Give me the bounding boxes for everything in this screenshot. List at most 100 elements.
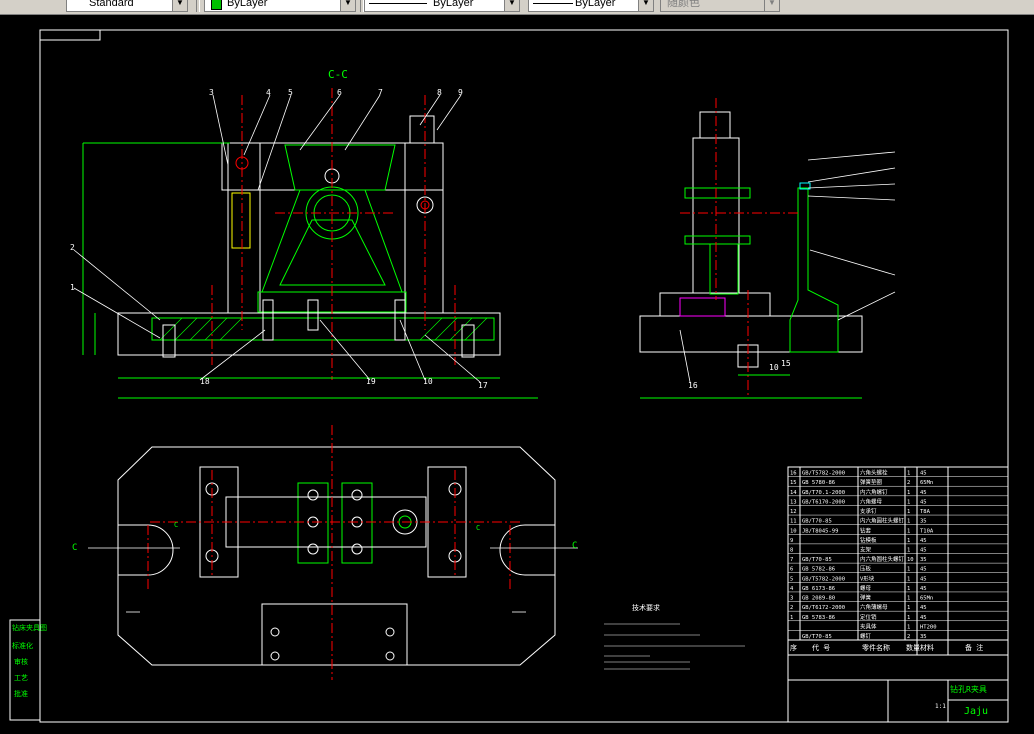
parts-cell-name: 内六角圆柱头螺钉	[860, 555, 905, 563]
cad-drawing: 钻床夹具图 标准化 审核 工艺 批准 C-C 3 4 5 6 7 8 9 2 1…	[9, 29, 1009, 723]
callout-9: 9	[458, 88, 463, 97]
callout-10: 10	[423, 377, 433, 386]
side-dim-10: 10	[769, 363, 779, 372]
linetype-value: ByLayer	[433, 0, 474, 9]
parts-cell-qty: 1	[907, 509, 910, 515]
toolbar: Standard ▼ ByLayer ▼ ByLayer ▼ ByLayer ▼…	[0, 0, 1034, 15]
parts-cell-mat: 45	[920, 471, 927, 477]
parts-cell-code: GB 5783-86	[802, 615, 835, 621]
parts-cell-code: GB/T5782-2000	[802, 576, 845, 582]
layer-color-dropdown[interactable]: ByLayer ▼	[204, 0, 356, 12]
parts-cell-mat: 65Mn	[920, 596, 933, 602]
parts-cell-no: 6	[790, 567, 793, 573]
parts-cell-no: 4	[790, 586, 794, 592]
parts-cell-qty: 1	[907, 605, 910, 611]
parts-cell-qty: 1	[907, 538, 910, 544]
parts-header-code: 代 号	[812, 643, 830, 652]
callout-leaders	[73, 94, 481, 383]
title-block-title: 钻孔R夹具	[950, 684, 987, 694]
parts-cell-no: 9	[790, 538, 793, 544]
frame-tag	[39, 29, 101, 41]
parts-cell-mat: T10A	[920, 528, 934, 534]
cut-mark-right: C	[476, 524, 480, 532]
callout-5: 5	[288, 88, 293, 97]
parts-cell-name: 六角薄螺母	[860, 603, 888, 611]
parts-cell-qty: 1	[907, 624, 910, 630]
tech-req-lines	[604, 623, 745, 670]
parts-header-qty: 数量	[906, 643, 920, 652]
parts-cell-qty: 1	[907, 490, 910, 496]
parts-cell-name: 六角螺母	[860, 497, 883, 505]
toolbar-separator	[196, 0, 200, 12]
parts-cell-qty: 1	[907, 519, 910, 525]
parts-cell-no: 10	[790, 528, 797, 534]
parts-cell-mat: 45	[920, 538, 927, 544]
parts-cell-code: GB 5780-86	[802, 480, 835, 486]
parts-rows: 16 GB/T5782-2000 六角头螺栓 1 4515 GB 5780-86 弹簧垫圈 2…	[788, 469, 1008, 641]
parts-cell-mat: 45	[920, 490, 927, 496]
plot-style-dropdown[interactable]: 随颜色 ▼	[660, 0, 780, 12]
parts-cell-code: JB/T8045-99	[802, 528, 838, 534]
parts-cell-name: 支架	[860, 546, 872, 554]
parts-cell-mat: 45	[920, 586, 927, 592]
callout-3: 3	[209, 88, 214, 97]
parts-cell-mat: 35	[920, 557, 927, 563]
parts-cell-no: 14	[790, 490, 797, 496]
parts-cell-name: 螺钉	[860, 632, 872, 640]
parts-cell-name: 内六角螺钉	[860, 488, 888, 496]
parts-cell-mat: T8A	[920, 509, 931, 515]
parts-cell-qty: 1	[907, 528, 910, 534]
parts-cell-name: 内六角圆柱头螺钉	[860, 517, 905, 525]
parts-cell-name: 钻套	[860, 526, 872, 534]
callout-2: 2	[70, 243, 75, 252]
parts-cell-code: GB/T70-85	[802, 519, 832, 525]
parts-cell-code: GB/T6170-2000	[802, 499, 845, 505]
callout-18: 18	[200, 377, 210, 386]
lineweight-value: ByLayer	[575, 0, 616, 9]
parts-header-note: 备 注	[965, 643, 983, 652]
parts-cell-no: 11	[790, 519, 797, 525]
parts-cell-no: 13	[790, 499, 797, 505]
callout-1: 1	[70, 283, 75, 292]
title-block-scale: 1:1	[935, 703, 946, 710]
parts-cell-qty: 10	[907, 557, 914, 563]
linetype-dropdown[interactable]: ByLayer ▼	[364, 0, 520, 12]
parts-cell-qty: 2	[907, 480, 910, 486]
text-style-value: Standard	[89, 0, 134, 9]
chevron-down-icon: ▼	[504, 0, 519, 11]
parts-cell-name: 压板	[860, 565, 872, 573]
chevron-down-icon: ▼	[638, 0, 653, 11]
parts-cell-name: 弹簧	[860, 594, 872, 602]
parts-cell-mat: 35	[920, 519, 927, 525]
parts-cell-no: 12	[790, 509, 797, 515]
front-section-view	[82, 88, 538, 399]
text-style-dropdown[interactable]: Standard ▼	[66, 0, 188, 12]
callout-6: 6	[337, 88, 342, 97]
parts-cell-name: 六角头螺栓	[860, 469, 888, 477]
parts-cell-code: GB 5782-86	[802, 567, 835, 573]
parts-cell-qty: 1	[907, 567, 910, 573]
parts-cell-code: GB 2089-80	[802, 596, 835, 602]
lineweight-dropdown[interactable]: ByLayer ▼	[528, 0, 654, 12]
drawing-canvas[interactable]: 钻床夹具图 标准化 审核 工艺 批准 C-C 3 4 5 6 7 8 9 2 1…	[0, 15, 1034, 734]
parts-cell-qty: 1	[907, 615, 910, 621]
parts-cell-name: 定位销	[860, 613, 877, 621]
linetype-preview-icon	[369, 3, 427, 4]
left-strip-4: 批准	[14, 689, 28, 698]
side-view	[639, 98, 896, 399]
parts-cell-mat: 45	[920, 567, 927, 573]
parts-cell-mat: 45	[920, 499, 927, 505]
parts-cell-qty: 1	[907, 471, 910, 477]
parts-cell-mat: HT200	[920, 624, 937, 630]
side-callout-16: 16	[688, 381, 698, 390]
lineweight-preview-icon	[533, 3, 573, 4]
parts-cell-no: 8	[790, 548, 793, 554]
parts-cell-code: GB 6173-86	[802, 586, 835, 592]
parts-cell-name: V形块	[860, 574, 875, 582]
callout-4: 4	[266, 88, 271, 97]
parts-cell-code: GB/T70-85	[802, 557, 832, 563]
parts-cell-no: 16	[790, 471, 797, 477]
callout-17: 17	[478, 381, 488, 390]
parts-cell-qty: 1	[907, 586, 910, 592]
parts-cell-name: 弹簧垫圈	[860, 478, 883, 486]
